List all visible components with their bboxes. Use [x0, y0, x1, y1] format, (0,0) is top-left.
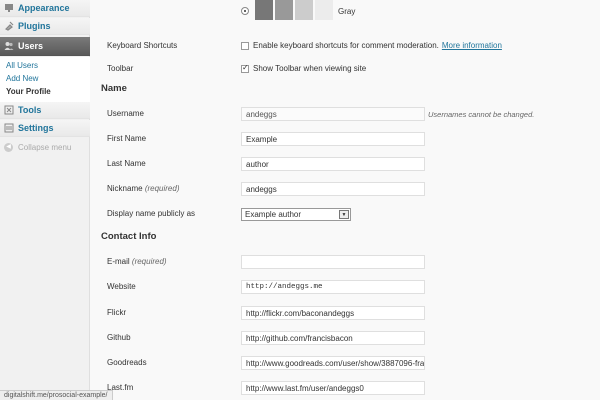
toolbar-text: Show Toolbar when viewing site [253, 64, 367, 73]
sidebar-item-label: Appearance [18, 3, 70, 13]
color-swatch [295, 0, 313, 20]
profile-form: Gray Keyboard Shortcuts Enable keyboard … [91, 0, 600, 400]
color-scheme-radio[interactable] [241, 7, 249, 15]
website-field[interactable]: http://andeggs.me [241, 280, 425, 294]
email-required: (required) [131, 257, 167, 266]
goodreads-label: Goodreads [107, 358, 147, 367]
name-section-title: Name [101, 83, 127, 94]
settings-icon [4, 123, 14, 133]
keyboard-shortcuts-text: Enable keyboard shortcuts for comment mo… [253, 41, 439, 50]
submenu-all-users[interactable]: All Users [0, 59, 90, 72]
sidebar-item-appearance[interactable]: Appearance [0, 0, 90, 17]
sidebar-item-plugins[interactable]: Plugins [0, 18, 90, 35]
username-hint: Usernames cannot be changed. [428, 110, 535, 119]
appearance-icon [4, 3, 14, 13]
nickname-required: (required) [144, 184, 180, 193]
nickname-field[interactable]: andeggs [241, 182, 425, 196]
email-label-text: E-mail [107, 257, 130, 266]
display-name-label: Display name publicly as [107, 209, 196, 218]
goodreads-field[interactable]: http://www.goodreads.com/user/show/38870… [241, 356, 425, 370]
submenu-add-new[interactable]: Add New [0, 72, 90, 85]
first-name-field[interactable]: Example [241, 132, 425, 146]
submenu-your-profile[interactable]: Your Profile [0, 85, 90, 98]
contact-section-title: Contact Info [101, 231, 157, 242]
sidebar-item-label: Plugins [18, 21, 51, 31]
sidebar-item-label: Tools [18, 105, 42, 115]
first-name-label: First Name [107, 134, 147, 143]
collapse-arrow-icon: ◀ [4, 143, 13, 152]
dropdown-arrow-icon: ▼ [339, 210, 349, 219]
browser-status-bar: digitalshift.me/prosocial-example/ [0, 390, 113, 400]
display-name-value: Example author [245, 210, 302, 219]
nickname-label-text: Nickname [107, 184, 143, 193]
toolbar-label: Toolbar [107, 64, 134, 73]
more-information-link[interactable]: More information [442, 41, 502, 50]
lastfm-field[interactable]: http://www.last.fm/user/andeggs0 [241, 381, 425, 395]
toolbar-option: Show Toolbar when viewing site [241, 63, 367, 73]
username-field[interactable]: andeggs [241, 107, 425, 121]
keyboard-shortcuts-checkbox[interactable] [241, 41, 249, 50]
display-name-select[interactable]: Example author ▼ [241, 208, 351, 221]
flickr-field[interactable]: http://flickr.com/baconandeggs [241, 306, 425, 320]
color-swatch [315, 0, 333, 20]
sidebar-item-tools[interactable]: Tools [0, 102, 90, 119]
keyboard-shortcuts-option: Enable keyboard shortcuts for comment mo… [241, 41, 502, 50]
website-label: Website [107, 282, 136, 291]
keyboard-shortcuts-label: Keyboard Shortcuts [107, 41, 178, 50]
plugins-icon [4, 21, 14, 31]
sidebar-item-users[interactable]: Users [0, 37, 90, 56]
username-label: Username [107, 109, 144, 118]
collapse-menu[interactable]: ◀ Collapse menu [4, 143, 71, 152]
toolbar-checkbox[interactable] [241, 63, 249, 73]
nickname-label: Nickname (required) [107, 184, 180, 193]
github-field[interactable]: http://github.com/francisbacon [241, 331, 425, 345]
email-label: E-mail (required) [107, 257, 167, 266]
tools-icon [4, 105, 14, 115]
color-swatch [275, 0, 293, 20]
sidebar-item-label: Settings [18, 123, 54, 133]
collapse-menu-label: Collapse menu [18, 143, 72, 152]
last-name-field[interactable]: author [241, 157, 425, 171]
admin-sidebar: Appearance Plugins Users All Users Add N… [0, 0, 90, 400]
flickr-label: Flickr [107, 308, 127, 317]
color-swatch [255, 0, 273, 20]
last-name-label: Last Name [107, 159, 146, 168]
users-submenu: All Users Add New Your Profile [0, 57, 90, 103]
sidebar-item-label: Users [18, 41, 44, 51]
github-label: Github [107, 333, 131, 342]
email-field[interactable] [241, 255, 425, 269]
sidebar-item-settings[interactable]: Settings [0, 120, 90, 137]
users-icon [4, 41, 14, 51]
color-scheme-label: Gray [338, 7, 356, 16]
